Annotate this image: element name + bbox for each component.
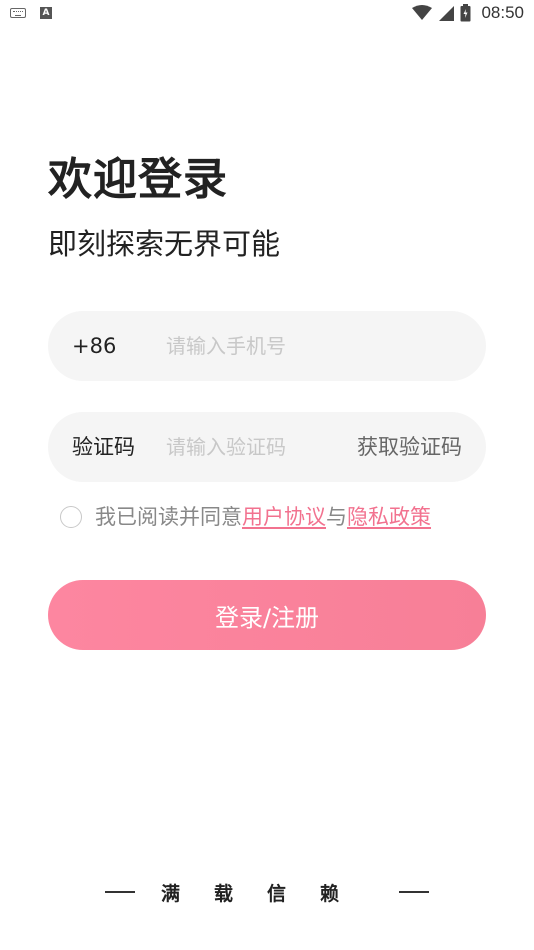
footer-divider-left (104, 891, 135, 893)
keyboard-icon (10, 8, 26, 18)
status-bar: A 08:50 (0, 0, 534, 28)
page-subtitle: 即刻探索无界可能 (48, 227, 281, 261)
status-left-icons: A (10, 7, 52, 19)
verification-code-label: 验证码 (72, 435, 135, 459)
get-code-button[interactable]: 获取验证码 (357, 412, 462, 482)
user-agreement-link[interactable]: 用户协议 (242, 500, 326, 534)
verification-code-field: 验证码 获取验证码 (48, 412, 486, 482)
footer-divider-right (399, 891, 429, 893)
footer-slogan-text: 满载信赖 (160, 882, 373, 905)
battery-icon (460, 4, 471, 22)
phone-input[interactable] (166, 327, 456, 365)
country-code-prefix[interactable]: +86 (72, 311, 116, 381)
status-time: 08:50 (481, 3, 524, 22)
verification-code-input[interactable] (166, 428, 336, 466)
signal-icon (439, 6, 455, 21)
login-register-button[interactable]: 登录/注册 (48, 580, 486, 650)
agreement-connector: 与 (326, 505, 347, 529)
phone-field: +86 (48, 311, 486, 381)
privacy-policy-link[interactable]: 隐私政策 (347, 500, 431, 534)
agreement-text: 我已阅读并同意 (95, 505, 242, 529)
agreement-row: 我已阅读并同意 用户协议 与 隐私政策 (60, 500, 431, 534)
footer-slogan: 满载信赖 (0, 876, 534, 908)
wifi-icon (412, 5, 433, 20)
text-a-icon: A (40, 7, 52, 19)
page-title: 欢迎登录 (48, 154, 228, 205)
agreement-checkbox[interactable] (60, 506, 82, 528)
status-right-icons: 08:50 (412, 3, 524, 23)
